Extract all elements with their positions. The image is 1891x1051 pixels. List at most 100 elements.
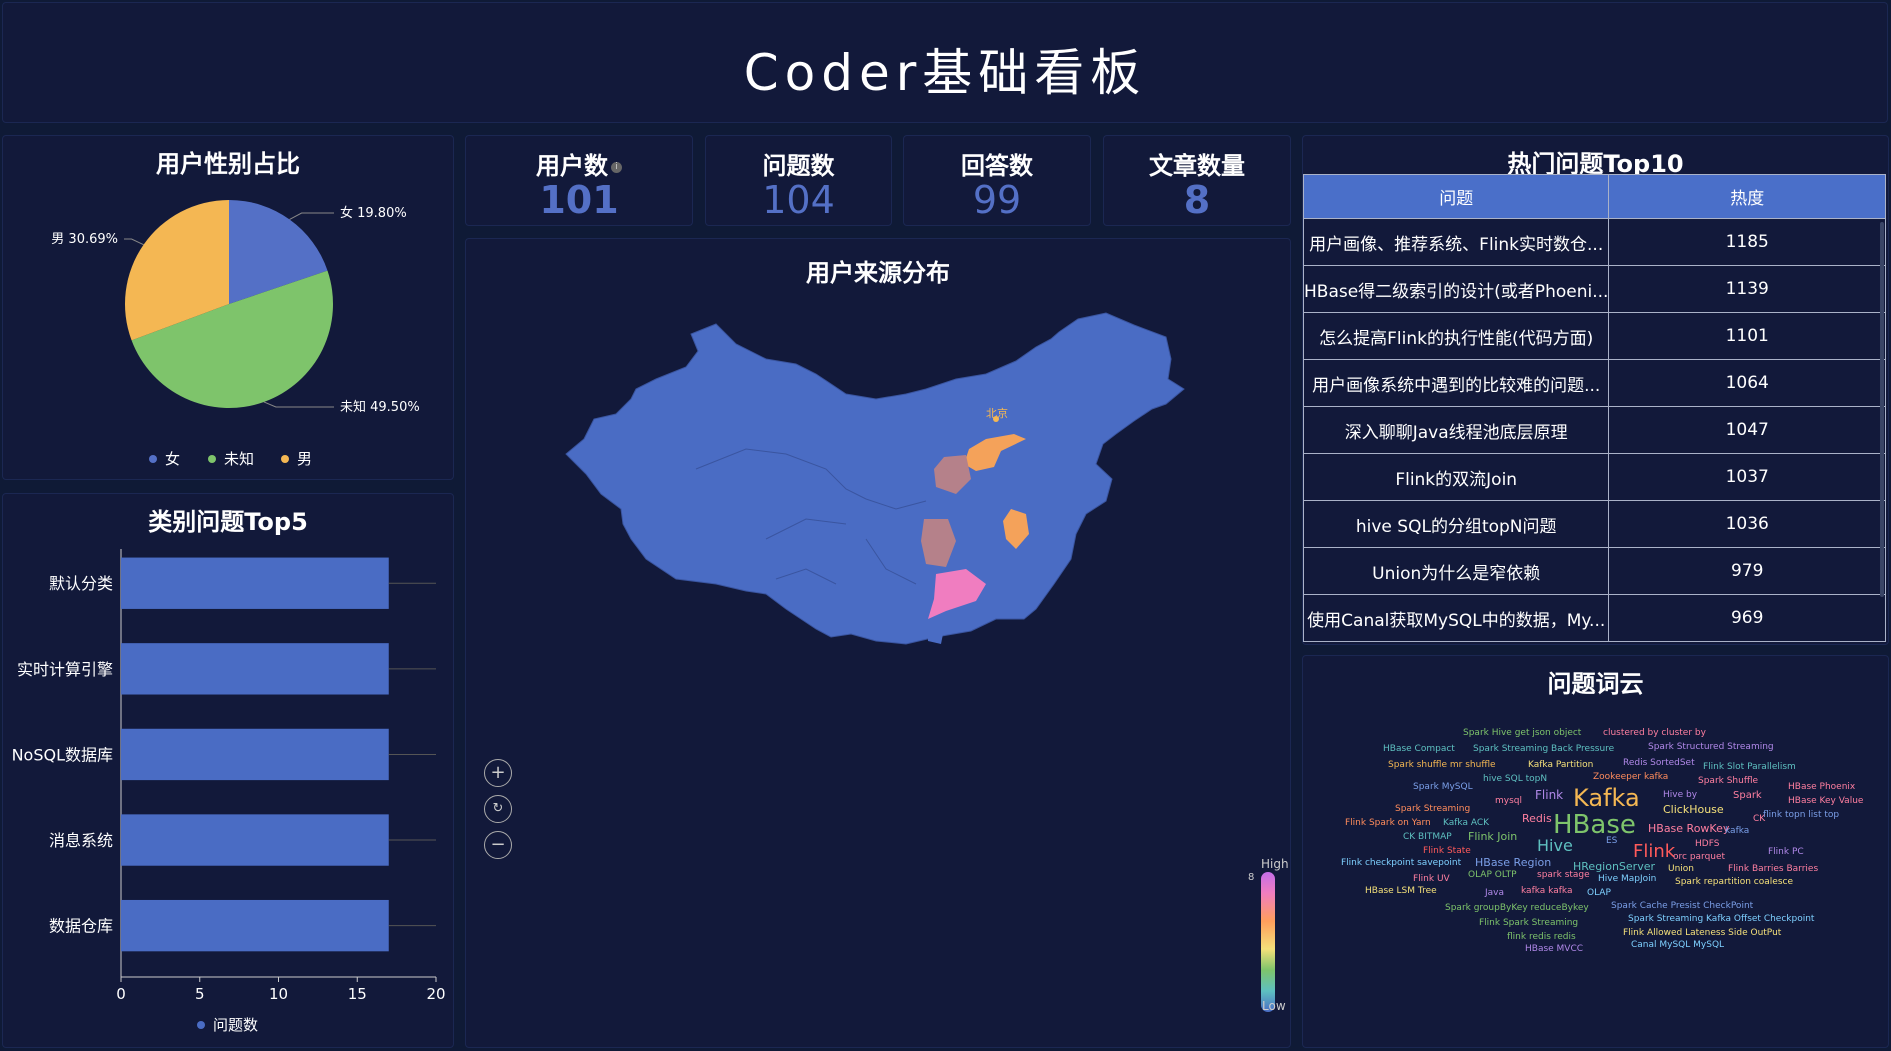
table-row[interactable]: 深入聊聊Java线程池底层原理 1047 (1302, 406, 1886, 454)
hot-table-scrollbar[interactable] (1880, 222, 1884, 597)
word-cloud-word[interactable]: HBase Compact (1383, 744, 1455, 754)
word-cloud-word[interactable]: ES (1606, 836, 1617, 846)
question-cell: Flink的双流Join (1302, 453, 1610, 501)
word-cloud-word[interactable]: Redis SortedSet (1623, 758, 1695, 768)
word-cloud-word[interactable]: HBase Key Value (1788, 796, 1863, 806)
word-cloud-word[interactable]: Flink (1633, 841, 1675, 862)
word-cloud-word[interactable]: Flink Spark on Yarn (1345, 818, 1431, 828)
word-cloud-word[interactable]: Kafka (1573, 784, 1640, 812)
word-cloud-word[interactable]: Spark Streaming Kafka Offset Checkpoint (1628, 914, 1814, 924)
col-header-question[interactable]: 问题 (1302, 174, 1610, 219)
word-cloud-word[interactable]: Flink State (1423, 846, 1471, 856)
table-row[interactable]: 怎么提高Flink的执行性能(代码方面) 1101 (1302, 312, 1886, 360)
word-cloud-word[interactable]: Redis (1522, 812, 1552, 825)
word-cloud-word[interactable]: orc parquet (1673, 852, 1725, 862)
table-row[interactable]: HBase得二级索引的设计(或者Phoeni... 1139 (1302, 265, 1886, 313)
category-bar-chart: 默认分类实时计算引擎 NoSQL数据库消息系统数据仓库 0 5 10 15 20 问题数 (12, 549, 446, 1034)
question-cell: hive SQL的分组topN问题 (1302, 500, 1610, 548)
bar-4[interactable] (121, 899, 389, 952)
word-cloud-word[interactable]: Hive (1537, 836, 1573, 855)
zoom-in-button[interactable]: + (484, 759, 512, 787)
word-cloud-word[interactable]: HBase Phoenix (1788, 782, 1855, 792)
word-cloud-word[interactable]: Flink Allowed Lateness Side OutPut (1623, 928, 1781, 938)
word-cloud-word[interactable]: HDFS (1695, 839, 1719, 849)
map-region-mainland[interactable] (565, 312, 1185, 645)
word-cloud-word[interactable]: Flink Join (1468, 830, 1517, 843)
word-cloud-word[interactable]: Hive by (1663, 790, 1697, 800)
bar-0[interactable] (121, 557, 389, 609)
table-row[interactable]: Flink的双流Join 1037 (1302, 453, 1886, 501)
word-cloud-word[interactable]: Canal MySQL MySQL (1631, 940, 1724, 950)
word-cloud-word[interactable]: Spark groupByKey reduceBykey (1445, 903, 1589, 913)
word-cloud-word[interactable]: Spark (1733, 790, 1762, 801)
word-cloud-word[interactable]: Spark shuffle mr shuffle (1388, 760, 1496, 770)
word-cloud-word[interactable]: Flink checkpoint savepoint (1341, 858, 1461, 868)
legend-dot-0[interactable] (149, 455, 157, 463)
word-cloud-word[interactable]: Spark Cache Presist CheckPoint (1611, 901, 1753, 911)
word-cloud-word[interactable]: Kafka Partition (1528, 760, 1593, 770)
word-cloud-word[interactable]: Flink Spark Streaming (1479, 918, 1578, 928)
word-cloud-word[interactable]: Spark Hive get json object (1463, 728, 1581, 738)
bar-1[interactable] (121, 643, 389, 695)
word-cloud-word[interactable]: Spark repartition coalesce (1675, 877, 1793, 887)
word-cloud-word[interactable]: Spark Shuffle (1698, 776, 1758, 786)
word-cloud-word[interactable]: Spark Streaming Back Pressure (1473, 744, 1614, 754)
word-cloud-word[interactable]: HBase MVCC (1525, 944, 1583, 954)
legend-label-1[interactable]: 未知 (224, 450, 254, 468)
word-cloud-word[interactable]: Hive MapJoin (1598, 874, 1656, 884)
word-cloud-word[interactable]: hive SQL topN (1483, 774, 1547, 784)
bar-2[interactable] (121, 728, 389, 781)
dashboard-title: Coder基础看板 (743, 44, 1147, 102)
word-cloud-word[interactable]: Spark Structured Streaming (1648, 742, 1774, 752)
question-cell: 用户画像、推荐系统、Flink实时数仓... (1302, 218, 1610, 266)
map-region-hainan[interactable] (928, 627, 944, 644)
table-row[interactable]: 使用Canal获取MySQL中的数据，My... 969 (1302, 594, 1886, 642)
word-cloud-word[interactable]: mysql (1495, 796, 1522, 806)
word-cloud-word[interactable]: Flink Slot Parallelism (1703, 762, 1796, 772)
word-cloud-word[interactable]: Flink Barries Barries (1728, 864, 1818, 874)
word-cloud-word[interactable]: OLAP OLTP (1468, 870, 1517, 880)
word-cloud-word[interactable]: Union (1668, 864, 1694, 874)
question-cell: Union为什么是窄依赖 (1302, 547, 1610, 595)
word-cloud-word[interactable]: Spark Streaming (1395, 804, 1470, 814)
word-cloud-word[interactable]: Java (1485, 888, 1504, 898)
table-row[interactable]: 用户画像系统中遇到的比较难的问题... 1064 (1302, 359, 1886, 407)
legend-dot-2[interactable] (281, 455, 289, 463)
word-cloud-word[interactable]: kafka kafka (1521, 886, 1572, 896)
word-cloud-word[interactable]: kafka (1725, 826, 1749, 836)
word-cloud-word[interactable]: Spark MySQL (1413, 782, 1473, 792)
table-row[interactable]: hive SQL的分组topN问题 1036 (1302, 500, 1886, 548)
bar-xtick-label-2: 10 (269, 985, 288, 1003)
word-cloud-word[interactable]: Flink UV (1413, 874, 1450, 884)
info-icon[interactable]: i (611, 161, 622, 173)
word-cloud-word[interactable]: OLAP (1587, 888, 1611, 898)
word-cloud-word[interactable]: CK BITMAP (1403, 832, 1452, 842)
word-cloud-word[interactable]: Kafka ACK (1443, 818, 1489, 828)
legend-label-0[interactable]: 女 (165, 450, 180, 468)
word-cloud-word[interactable]: spark stage (1537, 870, 1590, 880)
word-cloud-word[interactable]: clustered by cluster by (1603, 728, 1706, 738)
word-cloud-word[interactable]: HBase Region (1475, 856, 1551, 869)
pie-label-0: 女 19.80% (340, 205, 407, 221)
china-map[interactable]: 北京 (466, 239, 1292, 1049)
table-row[interactable]: Union为什么是窄依赖 979 (1302, 547, 1886, 595)
visual-map-slider[interactable] (1261, 872, 1275, 1012)
word-cloud-word[interactable]: flink topn list top (1763, 810, 1839, 820)
zoom-out-button[interactable]: − (484, 831, 512, 859)
word-cloud-word[interactable]: ClickHouse (1663, 803, 1724, 816)
legend-label-2[interactable]: 男 (297, 450, 312, 468)
heat-cell: 1101 (1608, 312, 1886, 360)
word-cloud-word[interactable]: Zookeeper kafka (1593, 772, 1668, 782)
reset-map-button[interactable]: ↻ (484, 795, 512, 823)
word-cloud-word[interactable]: flink redis redis (1507, 932, 1576, 942)
word-cloud-word[interactable]: Flink PC (1768, 847, 1804, 857)
bar-legend-label[interactable]: 问题数 (213, 1016, 258, 1034)
table-row[interactable]: 用户画像、推荐系统、Flink实时数仓... 1185 (1302, 218, 1886, 266)
legend-dot-1[interactable] (208, 455, 216, 463)
word-cloud-word[interactable]: Flink (1535, 788, 1563, 802)
word-cloud-word[interactable]: HBase LSM Tree (1365, 886, 1437, 896)
bar-legend-dot[interactable] (197, 1021, 205, 1029)
col-header-heat[interactable]: 热度 (1608, 174, 1886, 219)
bar-3[interactable] (121, 814, 389, 866)
word-cloud-word[interactable]: HBase RowKey (1648, 822, 1729, 835)
